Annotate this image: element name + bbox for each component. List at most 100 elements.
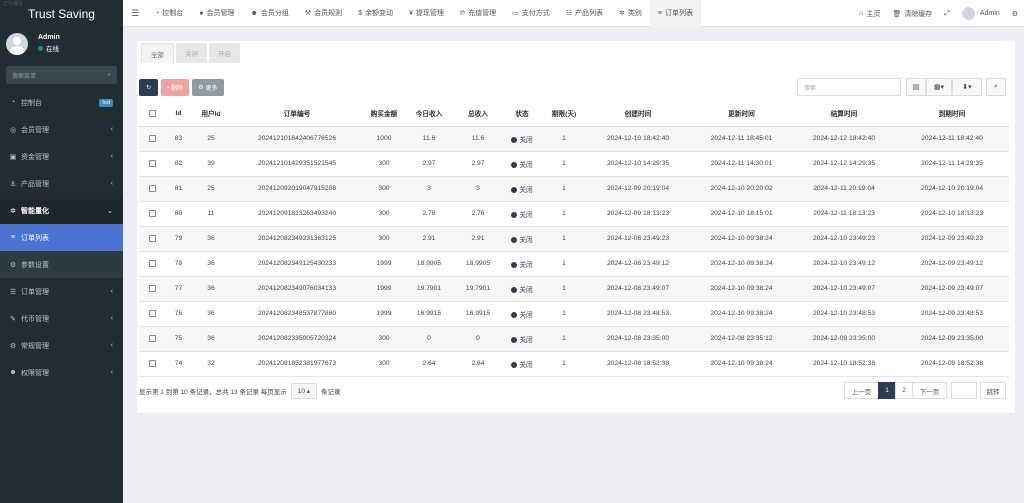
export-button[interactable]: ⬇▾ <box>952 78 982 96</box>
table-cell: 300 <box>364 151 404 177</box>
tab-category[interactable]: ✲ 类别 <box>611 0 650 27</box>
table-row[interactable]: 82 39 202412101429351521545 300 2.97 2.97 关闭 1 2… <box>139 151 1009 177</box>
jump-page-input[interactable] <box>951 382 977 399</box>
col-header[interactable]: 用户Id <box>192 101 230 127</box>
sidebar-item-permissions[interactable]: ☻ 权限管理 ‹ <box>0 359 123 386</box>
tab-closed[interactable]: 关闭 <box>176 43 207 63</box>
col-header[interactable]: Id <box>165 101 192 127</box>
col-header[interactable]: 今日收入 <box>404 101 454 127</box>
col-header[interactable]: 结算时间 <box>793 101 895 127</box>
sidebar-item-members[interactable]: ◎ 会员管理 ‹ <box>0 116 123 143</box>
columns-button[interactable]: ▦▾ <box>926 78 952 96</box>
menu-toggle-icon[interactable]: ☰ <box>123 8 147 19</box>
next-page-button[interactable]: 下一页 <box>912 382 947 399</box>
sidebar-item-params[interactable]: ⚙ 参数设置 <box>0 251 123 278</box>
toolbar-right: 搜索 ▤ ▦▾ ⬇▾ ⌕ <box>797 78 1006 96</box>
clear-cache-button[interactable]: 🗑 清除缓存 <box>886 0 938 27</box>
table-cell: 1999 <box>364 251 404 277</box>
row-checkbox[interactable] <box>139 201 165 227</box>
brand[interactable]: 正在编写 Trust Saving <box>0 0 123 27</box>
col-header[interactable]: 到期时间 <box>895 101 1009 127</box>
table-cell: 39 <box>192 151 230 177</box>
row-checkbox[interactable] <box>139 176 165 202</box>
prev-page-button[interactable]: 上一页 <box>844 382 879 399</box>
user-menu[interactable]: Admin <box>956 0 1006 27</box>
select-all-checkbox[interactable] <box>139 101 165 127</box>
tab-dashboard[interactable]: ◔ 控制台 <box>147 0 191 27</box>
col-header[interactable]: 期限(天) <box>542 101 586 127</box>
tab-open[interactable]: 开启 <box>209 43 240 63</box>
settings-button[interactable]: ⚙ <box>1006 0 1024 27</box>
col-header[interactable]: 订单编号 <box>230 101 364 127</box>
row-checkbox[interactable] <box>139 301 165 327</box>
sidebar-item-order-list[interactable]: ≡ 订单列表 <box>0 224 123 251</box>
sidebar-item-products[interactable]: ⚓ 产品管理 ‹ <box>0 170 123 197</box>
table-row[interactable]: 74 32 202412081852381977673 300 2.64 2.64 关闭 1 2… <box>139 351 1009 377</box>
tab-order-list[interactable]: ≡ 订单列表 <box>649 0 701 27</box>
refresh-button[interactable]: ↻ <box>139 79 158 96</box>
row-checkbox[interactable] <box>139 326 165 352</box>
home-icon: ⌂ <box>859 10 864 17</box>
delete-button[interactable]: ▪ 删除 <box>161 79 190 96</box>
col-header[interactable]: 总收入 <box>454 101 502 127</box>
row-checkbox[interactable] <box>139 251 165 277</box>
table-row[interactable]: 78 36 202412082349125430233 1999 18.9905 18.9… <box>139 251 1009 277</box>
row-checkbox[interactable] <box>139 276 165 302</box>
table-row[interactable]: 79 36 202412082349231363125 300 2.91 2.91 关闭 1 2… <box>139 226 1009 252</box>
status-label: 关闭 <box>519 361 533 369</box>
toggle-view-button[interactable]: ▤ <box>906 78 926 96</box>
page-2-button[interactable]: 2 <box>895 382 913 399</box>
table-row[interactable]: 83 25 202412101842406776526 1000 11.6 11.6 关闭 1… <box>139 126 1009 152</box>
tab-balance-change[interactable]: $ 余额变动 <box>350 0 401 27</box>
table-cell: 2024-12-10 18:52:38 <box>793 351 895 377</box>
fullscreen-button[interactable]: ⤢ <box>938 0 956 27</box>
row-checkbox[interactable] <box>139 351 165 377</box>
table-row[interactable]: 75 36 202412082335005720324 300 0 0 关闭 1 2024-12… <box>139 326 1009 352</box>
tab-members[interactable]: ● 会员管理 <box>191 0 242 27</box>
jump-button[interactable]: 跳转 <box>980 382 1006 399</box>
col-header[interactable]: 购买金额 <box>364 101 404 127</box>
tab-recharge[interactable]: ℗ 充值管理 <box>452 0 504 27</box>
col-header[interactable]: 更新时间 <box>690 101 793 127</box>
sidebar-item-general[interactable]: ⚙ 常规管理 ‹ <box>0 332 123 359</box>
sidebar-item-tokens[interactable]: ✎ 代币管理 ‹ <box>0 305 123 332</box>
more-button[interactable]: ⚙ 更多 <box>192 79 224 96</box>
tab-member-rules[interactable]: ⚒ 会员规则 <box>297 0 350 27</box>
search-input[interactable]: 搜索 <box>797 78 901 96</box>
page-1-button[interactable]: 1 <box>878 382 896 399</box>
row-checkbox[interactable] <box>139 226 165 252</box>
user-name: Admin <box>38 34 60 41</box>
tab-label: 控制台 <box>162 10 184 17</box>
sidebar-item-order-mgmt[interactable]: ☰ 订单管理 ‹ <box>0 278 123 305</box>
sidebar-item-label: 智能量化 <box>21 207 49 215</box>
tab-label: 产品列表 <box>575 10 604 17</box>
table-cell: 202412082349076034133 <box>230 276 364 302</box>
tab-payment-methods[interactable]: ▭ 支付方式 <box>504 0 558 27</box>
table-row[interactable]: 80 11 202412091813263493240 300 2.76 2.76 关闭 1 2… <box>139 201 1009 227</box>
col-header[interactable]: 状态 <box>502 101 542 127</box>
row-checkbox[interactable] <box>139 151 165 177</box>
sidebar-item-dashboard[interactable]: ◔ 控制台 hot <box>0 89 123 116</box>
sidebar-search-input[interactable]: 搜索菜单 ⌕ <box>6 66 117 84</box>
tab-product-list[interactable]: ☷ 产品列表 <box>558 0 611 27</box>
col-header[interactable]: 创建时间 <box>586 101 690 127</box>
clear-cache-label: 清除缓存 <box>904 10 933 18</box>
tab-withdrawals[interactable]: ¥ 提现管理 <box>401 0 452 27</box>
sidebar-item-funds[interactable]: ▣ 资金管理 ‹ <box>0 143 123 170</box>
tab-all[interactable]: 全部 <box>141 43 174 63</box>
page-size-select[interactable]: 10 ▴ <box>290 383 318 399</box>
tab-member-groups[interactable]: ☻ 会员分组 <box>242 0 296 27</box>
table-row[interactable]: 77 36 202412082349076034133 1999 19.7901 19.7… <box>139 276 1009 302</box>
table-cell: 300 <box>364 201 404 227</box>
advanced-search-button[interactable]: ⌕ <box>986 78 1006 96</box>
table-cell: 关闭 <box>502 126 542 152</box>
home-link[interactable]: ⌂ 主页 <box>853 0 886 27</box>
sidebar-item-quant[interactable]: ✲ 智能量化 ⌄ <box>0 197 123 224</box>
table-row[interactable]: 76 36 202412082348537877860 1999 16.9915 16.9… <box>139 301 1009 327</box>
row-checkbox[interactable] <box>139 126 165 152</box>
grid-icon: ▦▾ <box>933 84 945 91</box>
table-row[interactable]: 81 25 202412092019047915208 300 3 3 关闭 1 2024-12… <box>139 176 1009 202</box>
sidebar: 正在编写 Trust Saving Admin 在线 搜索菜单 ⌕ ◔ 控制台 … <box>0 0 123 503</box>
table-cell: 80 <box>165 201 192 227</box>
table-cell: 2024-12-09 18:13:23 <box>586 201 690 227</box>
